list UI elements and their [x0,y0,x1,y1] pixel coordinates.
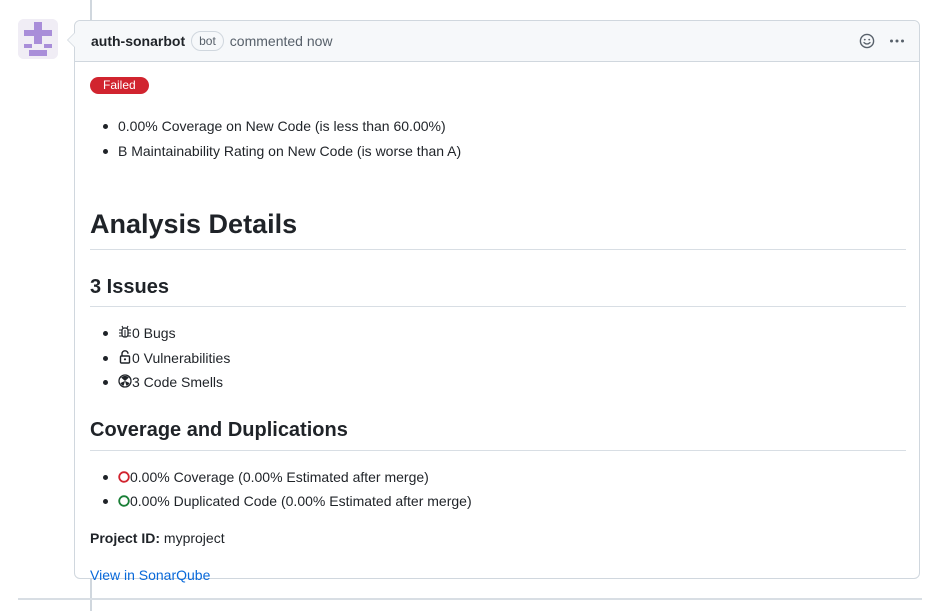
circle-green-icon [118,495,130,507]
comment-box: auth-sonarbot bot commented now Failed 0… [67,20,920,583]
condition-item: B Maintainability Rating on New Code (is… [102,143,462,159]
coverage-label: 0.00% Coverage (0.00% Estimated after me… [130,469,429,485]
bug-icon [119,325,131,338]
condition-item: 0.00% Coverage on New Code (is less than… [103,118,446,134]
duplication-item: 0.00% Duplicated Code (0.00% Estimated a… [103,491,472,511]
analysis-details-heading: Analysis Details [90,209,298,239]
bot-badge: bot [191,31,224,51]
heading-divider [90,306,906,307]
project-id-value: myproject [163,530,225,546]
identicon-icon [18,19,58,59]
heading-divider [90,249,906,250]
code-smell-icon [118,374,132,388]
avatar[interactable] [18,19,58,59]
more-options-button[interactable] [887,31,907,51]
issue-label: 0 Bugs [132,325,176,341]
circle-red-icon [118,471,130,483]
heading-divider [90,450,906,451]
comment-actions [857,21,907,61]
add-reaction-button[interactable] [857,31,877,51]
status-badge: Failed [90,77,149,94]
lock-open-icon [119,350,131,364]
issue-item-code-smells: 3 Code Smells [102,372,224,392]
coverage-heading: Coverage and Duplications [90,419,348,441]
kebab-horizontal-icon [890,39,904,43]
timeline-divider [18,598,922,600]
issue-label: 0 Vulnerabilities [132,350,231,366]
smiley-icon [859,33,875,49]
issue-item-vulnerabilities: 0 Vulnerabilities [102,348,231,368]
comment-author[interactable]: auth-sonarbot [91,33,185,49]
comment-header: auth-sonarbot bot commented now [75,21,919,62]
coverage-item: 0.00% Coverage (0.00% Estimated after me… [103,467,429,487]
view-in-sonarqube-link[interactable]: View in SonarQube [90,565,210,585]
issue-item-bugs: 0 Bugs [103,323,176,343]
project-id-line: Project ID: myproject [90,528,225,548]
project-id-label: Project ID: [90,530,161,546]
duplication-label: 0.00% Duplicated Code (0.00% Estimated a… [130,493,472,509]
issue-label: 3 Code Smells [132,374,224,390]
issues-heading: 3 Issues [90,276,169,298]
comment-timestamp[interactable]: commented now [230,33,333,49]
